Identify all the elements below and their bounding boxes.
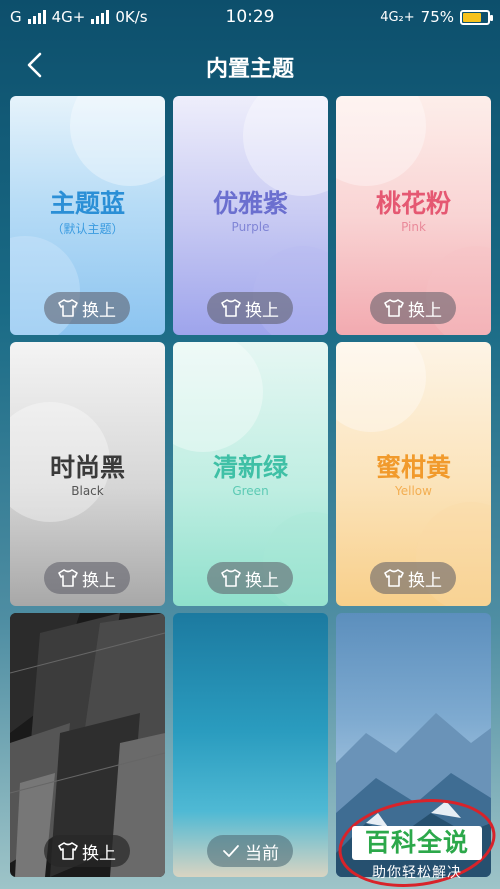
theme-card-pink[interactable]: 桃花粉 Pink 换上 bbox=[336, 96, 491, 335]
apply-button[interactable]: 换上 bbox=[370, 562, 456, 594]
battery-icon bbox=[460, 9, 493, 25]
theme-subtitle: Green bbox=[232, 484, 269, 498]
apply-button-label: 换上 bbox=[245, 570, 279, 591]
theme-subtitle: Yellow bbox=[395, 484, 432, 498]
battery-percent: 75% bbox=[420, 8, 454, 26]
carrier-2: 4G+ bbox=[51, 8, 86, 26]
theme-card-green[interactable]: 清新绿 Green 换上 bbox=[173, 342, 328, 606]
theme-card-purple[interactable]: 优雅紫 Purple 换上 bbox=[173, 96, 328, 335]
apply-button[interactable]: 换上 bbox=[44, 292, 130, 324]
theme-name: 桃花粉 bbox=[375, 189, 451, 218]
signal-icon bbox=[27, 10, 46, 24]
status-right: 4G₂+ 75% bbox=[380, 8, 493, 26]
status-left: G 4G+ 0K/s bbox=[10, 8, 148, 26]
apply-button-label: 换上 bbox=[408, 570, 442, 591]
apply-button-label: 换上 bbox=[82, 300, 116, 321]
checkmark-icon bbox=[223, 845, 239, 857]
title-bar: 内置主题 bbox=[0, 34, 500, 96]
apply-button-label: 换上 bbox=[82, 843, 116, 864]
tshirt-icon bbox=[221, 299, 241, 317]
apply-button[interactable]: 换上 bbox=[370, 292, 456, 324]
tshirt-icon bbox=[384, 299, 404, 317]
theme-card-yellow[interactable]: 蜜柑黄 Yellow 换上 bbox=[336, 342, 491, 606]
theme-subtitle: Purple bbox=[231, 220, 270, 234]
tshirt-icon bbox=[221, 569, 241, 587]
theme-subtitle: Black bbox=[71, 484, 104, 498]
theme-name: 优雅紫 bbox=[212, 189, 288, 218]
theme-subtitle: Pink bbox=[401, 220, 426, 234]
watermark-main: 百科全说 bbox=[352, 826, 482, 860]
apply-button-label: 换上 bbox=[245, 300, 279, 321]
watermark-sub: 助你轻松解决 bbox=[372, 865, 462, 881]
page-title: 内置主题 bbox=[205, 57, 294, 82]
theme-name: 蜜柑黄 bbox=[375, 453, 451, 482]
theme-subtitle: （默认主题） bbox=[51, 222, 124, 236]
current-theme-label: 当前 bbox=[245, 843, 279, 864]
apply-button[interactable]: 换上 bbox=[207, 562, 293, 594]
signal-icon-2 bbox=[91, 10, 110, 24]
apply-button-label: 换上 bbox=[82, 570, 116, 591]
network-speed: 0K/s bbox=[115, 8, 148, 26]
apply-button[interactable]: 换上 bbox=[44, 835, 130, 867]
theme-card-black[interactable]: 时尚黑 Black 换上 bbox=[10, 342, 165, 606]
theme-card-blue[interactable]: 主题蓝 （默认主题） 换上 bbox=[10, 96, 165, 335]
theme-card-abstract-dark[interactable]: 换上 bbox=[10, 613, 165, 877]
apply-button[interactable]: 换上 bbox=[44, 562, 130, 594]
theme-name: 清新绿 bbox=[212, 453, 288, 482]
theme-name: 主题蓝 bbox=[49, 189, 125, 218]
theme-name: 时尚黑 bbox=[49, 453, 125, 482]
theme-card-ocean[interactable]: 当前 bbox=[173, 613, 328, 877]
site-watermark: 百科全说 助你轻松解决 bbox=[332, 789, 500, 889]
current-theme-button[interactable]: 当前 bbox=[207, 835, 293, 867]
tshirt-icon bbox=[58, 842, 78, 860]
tshirt-icon bbox=[384, 569, 404, 587]
status-bar: G 4G+ 0K/s 10:29 4G₂+ 75% bbox=[0, 0, 500, 34]
network-type: 4G₂+ bbox=[380, 9, 415, 25]
apply-button[interactable]: 换上 bbox=[207, 292, 293, 324]
tshirt-icon bbox=[58, 569, 78, 587]
tshirt-icon bbox=[58, 299, 78, 317]
apply-button-label: 换上 bbox=[408, 300, 442, 321]
carrier-1: G bbox=[10, 8, 22, 26]
